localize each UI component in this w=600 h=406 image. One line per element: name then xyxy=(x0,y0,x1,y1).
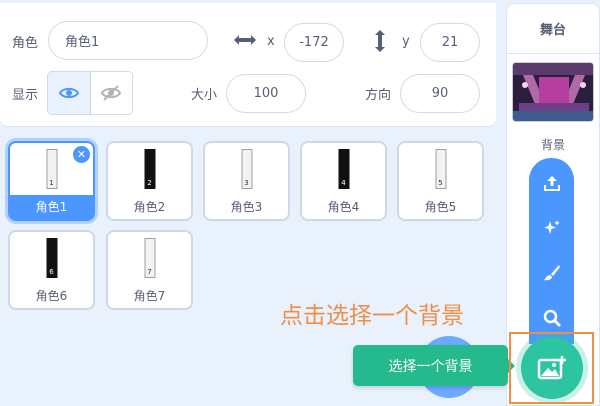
paint-backdrop-button[interactable] xyxy=(529,250,574,295)
show-label: 显示 xyxy=(12,88,39,103)
sprite-tile-1[interactable]: 1 ✕ 角色1 xyxy=(8,141,95,221)
sprite-thumbnail: 3 xyxy=(241,149,252,189)
sprite-number: 2 xyxy=(147,179,152,187)
x-input[interactable]: -172 xyxy=(284,23,344,62)
paintbrush-icon xyxy=(543,264,560,280)
y-input[interactable]: 21 xyxy=(420,23,480,62)
sprite-info-panel: 角色 角色1 x -172 y 21 显示 大小 100 方向 90 xyxy=(0,3,496,127)
sprite-name: 角色4 xyxy=(327,200,360,214)
y-arrows-icon xyxy=(372,29,388,53)
upload-icon xyxy=(543,175,560,191)
sprite-thumbnail: 2 xyxy=(144,149,155,189)
x-arrows-icon xyxy=(233,32,257,48)
backdrop-label: 背景 xyxy=(540,138,565,152)
sprite-name-label: 角色 xyxy=(12,36,39,51)
sprite-thumbnail: 6 xyxy=(46,238,57,278)
delete-icon[interactable]: ✕ xyxy=(73,146,90,163)
hide-sprite-button[interactable] xyxy=(89,72,132,114)
sprite-tile-7[interactable]: 7 角色7 xyxy=(106,230,193,310)
sprite-tile-2[interactable]: 2 角色2 xyxy=(106,141,193,221)
sprite-thumbnail: 4 xyxy=(338,149,349,189)
direction-input[interactable]: 90 xyxy=(400,74,480,113)
sprite-number: 4 xyxy=(341,179,346,187)
sprite-name: 角色2 xyxy=(133,200,166,214)
sprite-name: 角色5 xyxy=(424,200,457,214)
surprise-backdrop-button[interactable] xyxy=(529,205,574,250)
sprite-name-input[interactable]: 角色1 xyxy=(48,21,208,60)
eye-icon xyxy=(58,87,79,99)
sprite-tile-3[interactable]: 3 角色3 xyxy=(203,141,290,221)
sprite-name: 角色3 xyxy=(230,200,263,214)
sprite-thumbnail: 7 xyxy=(144,238,155,278)
sprite-tile-5[interactable]: 5 角色5 xyxy=(397,141,484,221)
backdrop-thumbnail[interactable] xyxy=(512,62,594,122)
choose-backdrop-tooltip: 选择一个背景 xyxy=(353,345,515,386)
direction-label: 方向 xyxy=(365,88,392,103)
instruction-annotation: 点击选择一个背景 xyxy=(280,303,464,329)
sprite-thumbnail: 1 xyxy=(46,149,57,189)
sprite-name: 角色6 xyxy=(35,289,68,303)
backdrop-menu xyxy=(529,158,574,344)
upload-backdrop-button[interactable] xyxy=(529,160,574,205)
highlight-box xyxy=(509,332,594,404)
sprite-number: 3 xyxy=(244,179,249,187)
sprite-tile-4[interactable]: 4 角色4 xyxy=(300,141,387,221)
eye-slash-icon xyxy=(101,85,122,101)
sprite-name: 角色1 xyxy=(10,195,93,219)
stage-header: 舞台 xyxy=(507,4,599,54)
sprite-name: 角色7 xyxy=(133,289,166,303)
sprite-number: 6 xyxy=(49,268,54,276)
sparkle-icon xyxy=(543,219,560,234)
sprite-pane: 角色 角色1 x -172 y 21 显示 大小 100 方向 90 1 ✕ 角… xyxy=(0,0,600,406)
size-input[interactable]: 100 xyxy=(226,74,306,113)
show-sprite-button[interactable] xyxy=(48,72,90,114)
sprite-number: 7 xyxy=(147,268,152,276)
search-icon xyxy=(543,309,560,326)
size-label: 大小 xyxy=(191,88,218,103)
sprite-number: 5 xyxy=(438,179,443,187)
y-label: y xyxy=(402,34,410,49)
sprite-tile-6[interactable]: 6 角色6 xyxy=(8,230,95,310)
x-label: x xyxy=(267,34,275,49)
sprite-number: 1 xyxy=(49,179,54,187)
visibility-toggle xyxy=(47,71,133,115)
sprite-thumbnail: 5 xyxy=(435,149,446,189)
